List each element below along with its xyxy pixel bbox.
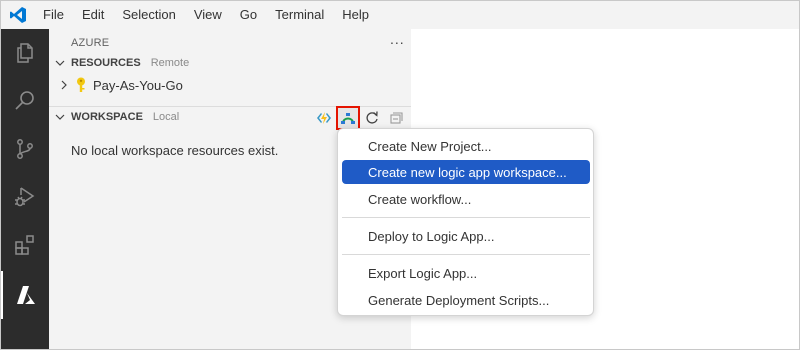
menu-item-create-new-logic-app-workspace[interactable]: Create new logic app workspace... — [342, 160, 590, 184]
menu-edit[interactable]: Edit — [73, 1, 113, 29]
workspace-actions — [313, 106, 409, 130]
resources-section-description: Remote — [150, 57, 190, 69]
menu-view[interactable]: View — [185, 1, 231, 29]
empty-workspace-message: No local workspace resources exist. — [71, 143, 279, 158]
context-menu: Create New Project... Create new logic a… — [337, 128, 594, 316]
menu-separator — [342, 254, 590, 255]
menu-selection[interactable]: Selection — [113, 1, 184, 29]
menu-item-export-logic-app[interactable]: Export Logic App... — [342, 261, 590, 285]
title-bar: File Edit Selection View Go Terminal Hel… — [1, 1, 799, 29]
azure-icon[interactable] — [1, 271, 49, 319]
resources-section-header[interactable]: RESOURCES Remote — [49, 52, 411, 74]
menu-item-generate-deployment-scripts[interactable]: Generate Deployment Scripts... — [342, 288, 590, 312]
tree-item-pay-as-you-go[interactable]: Pay-As-You-Go — [49, 74, 411, 96]
extensions-icon[interactable] — [1, 221, 49, 269]
run-debug-icon[interactable] — [1, 173, 49, 221]
menu-help[interactable]: Help — [333, 1, 378, 29]
refresh-icon[interactable] — [361, 107, 383, 129]
key-icon — [75, 77, 87, 93]
vscode-logo-icon — [1, 1, 35, 29]
menu-bar: File Edit Selection View Go Terminal Hel… — [35, 1, 378, 29]
menu-item-create-workflow[interactable]: Create workflow... — [342, 187, 590, 211]
workspace-section-description: Local — [152, 111, 180, 123]
resources-section-title: RESOURCES — [71, 57, 141, 69]
activity-bar — [1, 29, 49, 349]
chevron-right-icon — [49, 80, 75, 90]
menu-item-create-new-project[interactable]: Create New Project... — [342, 134, 590, 158]
chevron-down-icon — [49, 112, 71, 122]
collapse-all-icon[interactable] — [385, 107, 407, 129]
menu-terminal[interactable]: Terminal — [266, 1, 333, 29]
tree-item-label: Pay-As-You-Go — [93, 77, 183, 93]
menu-go[interactable]: Go — [231, 1, 266, 29]
menu-item-deploy-to-logic-app[interactable]: Deploy to Logic App... — [342, 224, 590, 248]
vscode-window: File Edit Selection View Go Terminal Hel… — [0, 0, 800, 350]
explorer-icon[interactable] — [1, 29, 49, 77]
workspace-section-title: WORKSPACE — [71, 111, 143, 123]
menu-file[interactable]: File — [35, 1, 73, 29]
more-actions-button[interactable]: ... — [390, 31, 405, 47]
source-control-icon[interactable] — [1, 125, 49, 173]
chevron-down-icon — [49, 58, 71, 68]
logic-app-workspace-icon[interactable] — [336, 106, 360, 130]
menu-separator — [342, 217, 590, 218]
sidebar-title: AZURE — [71, 37, 110, 49]
functions-icon[interactable] — [313, 107, 335, 129]
search-icon[interactable] — [1, 77, 49, 125]
